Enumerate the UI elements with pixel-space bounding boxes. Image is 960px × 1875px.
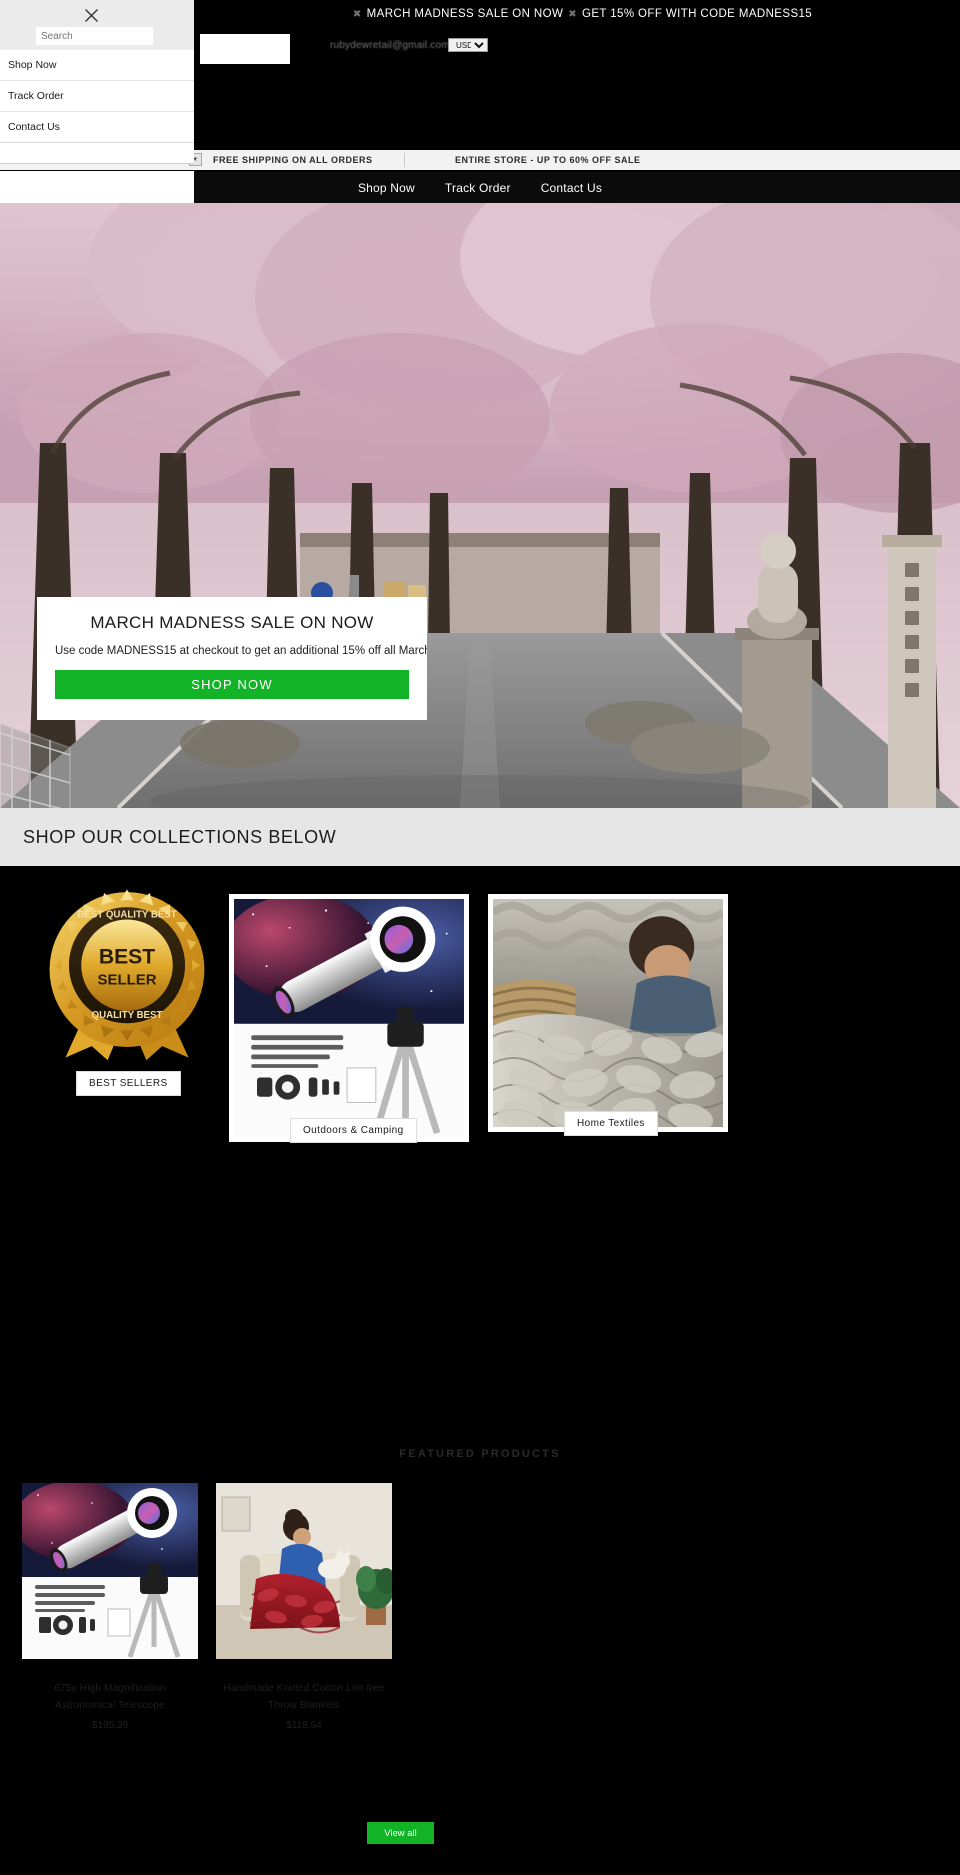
collection-card-home-textiles[interactable]: Home Textiles	[488, 894, 738, 1144]
announcement-separator-right: ✖	[568, 8, 578, 20]
featured-products-grid: 675x High Magnification Astronomical Tel…	[0, 1483, 960, 1813]
svg-text:QUALITY BEST: QUALITY BEST	[92, 1010, 163, 1021]
close-icon[interactable]	[84, 8, 99, 23]
announcement-text-right: GET 15% OFF WITH CODE MADNESS15	[582, 8, 813, 20]
best-quality-badge-icon: BEST QUALITY BEST QUALITY BEST BEST SELL…	[49, 889, 205, 1061]
product-title: Handmade Knitted Cotton Lint-free Throw …	[216, 1681, 392, 1714]
promo-text-right: ENTIRE STORE - UP TO 60% OFF SALE	[455, 155, 641, 165]
product-title-line2: Astronomical Telescope	[55, 1699, 165, 1711]
currency-selector[interactable]: USD	[448, 38, 488, 52]
nav-item-shop-now[interactable]: Shop Now	[358, 181, 415, 195]
knitted-blanket-person-image	[488, 894, 728, 1132]
product-title-line1: 675x High Magnification	[54, 1683, 166, 1694]
drawer-item-track-order[interactable]: Track Order	[0, 81, 194, 112]
collection-label-home-textiles: Home Textiles	[564, 1111, 658, 1136]
hero-promo-modal: MARCH MADNESS SALE ON NOW Use code MADNE…	[37, 597, 427, 720]
collections-heading-text: SHOP OUR COLLECTIONS BELOW	[23, 826, 337, 847]
announcement-text-left: MARCH MADNESS SALE ON NOW	[366, 8, 564, 20]
hero-modal-title: MARCH MADNESS SALE ON NOW	[90, 613, 374, 632]
drawer-menu-list: Shop Now Track Order Contact Us	[0, 50, 194, 143]
drawer-item-shop-now[interactable]: Shop Now	[0, 50, 194, 81]
drawer-search-area	[0, 0, 194, 50]
close-x-glyph	[85, 9, 98, 22]
telescope-nebula-image	[229, 894, 469, 1142]
product-title-line1: Handmade Knitted Cotton Lint-free	[223, 1683, 385, 1694]
collections-section: BEST QUALITY BEST QUALITY BEST BEST SELL…	[0, 866, 960, 1199]
product-price: $195.39	[91, 1720, 129, 1731]
svg-text:BEST QUALITY BEST: BEST QUALITY BEST	[77, 910, 176, 921]
hero-shop-now-button[interactable]: SHOP NOW	[55, 670, 409, 699]
collection-label-best-sellers: BEST SELLERS	[76, 1071, 181, 1096]
collections-heading: SHOP OUR COLLECTIONS BELOW	[0, 808, 960, 866]
header-email: rubydewretail@gmail.com	[330, 40, 450, 51]
promo-text-left: FREE SHIPPING ON ALL ORDERS	[213, 155, 373, 165]
product-title-line2: Throw Blankets	[268, 1699, 340, 1711]
product-card[interactable]: 675x High Magnification Astronomical Tel…	[22, 1483, 198, 1731]
mobile-menu-drawer: Shop Now Track Order Contact Us	[0, 0, 194, 164]
nav-item-contact-us[interactable]: Contact Us	[541, 181, 602, 195]
drawer-item-contact-us[interactable]: Contact Us	[0, 112, 194, 143]
svg-text:BEST: BEST	[99, 945, 155, 968]
drawer-underlay-strip	[0, 171, 194, 203]
view-all-button[interactable]: View all	[367, 1822, 434, 1844]
product-image-throw-blanket	[216, 1483, 392, 1659]
svg-text:SELLER: SELLER	[98, 972, 157, 989]
page-root: ✖ MARCH MADNESS SALE ON NOW ✖ GET 15% OF…	[0, 0, 960, 1875]
product-price: $118.64	[286, 1720, 322, 1731]
nav-item-track-order[interactable]: Track Order	[445, 181, 511, 195]
promo-divider	[404, 153, 405, 167]
product-title: 675x High Magnification Astronomical Tel…	[22, 1681, 198, 1714]
site-header: rubydewretail@gmail.com USD ₵	[200, 28, 960, 160]
featured-heading-text: FEATURED PRODUCTS	[399, 1448, 561, 1460]
hero-modal-subtitle: Use code MADNESS15 at checkout to get an…	[55, 645, 427, 657]
collection-card-best-sellers[interactable]: BEST QUALITY BEST QUALITY BEST BEST SELL…	[39, 886, 215, 1096]
collection-label-outdoors-camping: Outdoors & Camping	[290, 1118, 417, 1143]
product-image-telescope	[22, 1483, 198, 1659]
collection-card-outdoors-camping[interactable]: Outdoors & Camping	[229, 894, 479, 1154]
search-input[interactable]	[36, 27, 153, 45]
drawer-footer-spacer	[0, 143, 194, 164]
product-card[interactable]: Handmade Knitted Cotton Lint-free Throw …	[216, 1483, 392, 1731]
featured-products-heading: FEATURED PRODUCTS	[0, 1448, 960, 1460]
site-logo[interactable]	[200, 34, 290, 64]
announcement-separator-left: ✖	[352, 8, 362, 20]
announcement-bar: ✖ MARCH MADNESS SALE ON NOW ✖ GET 15% OF…	[200, 0, 960, 28]
